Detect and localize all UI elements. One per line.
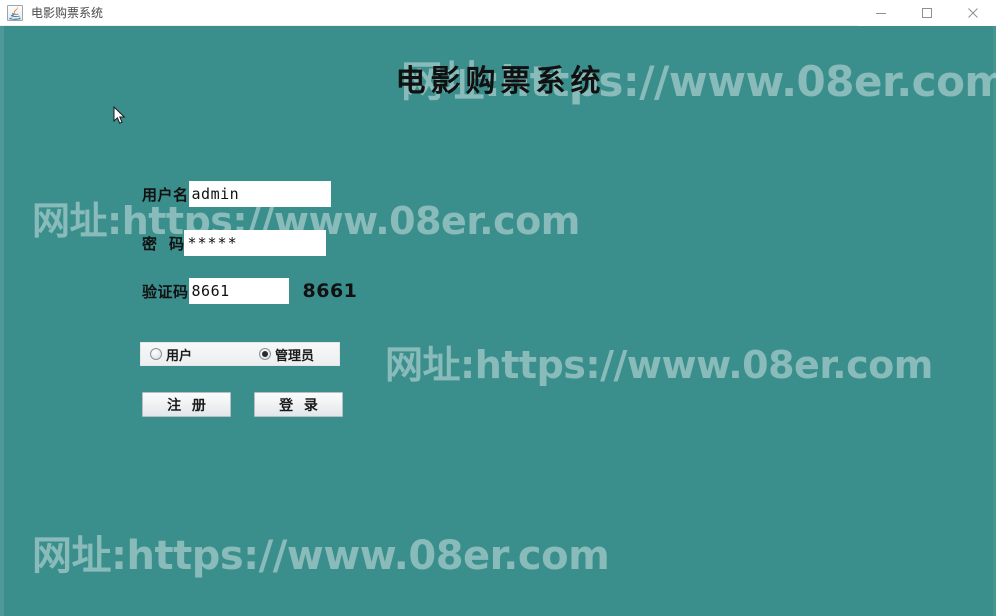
java-coffee-cup-icon [7,4,23,21]
captcha-row: 验证码 8661 8661 [142,278,357,304]
title-bar-left: 电影购票系统 [0,4,858,21]
radio-checked-icon [259,348,272,360]
captcha-image[interactable]: 8661 [303,280,358,302]
password-label: 密 码 [142,234,185,253]
password-row: 密 码 ***** [142,230,327,256]
radio-label-admin: 管理员 [275,348,315,364]
username-row: 用户名 admin [142,181,331,207]
register-button[interactable]: 注 册 [142,392,231,417]
role-radio-group: 用户 管理员 [140,342,340,366]
radio-label-user: 用户 [166,348,193,364]
username-input[interactable]: admin [188,181,331,207]
maximize-button[interactable] [904,0,950,26]
close-button[interactable] [950,0,996,26]
title-bar: 电影购票系统 [0,0,996,26]
login-button[interactable]: 登 录 [254,392,343,417]
minimize-button[interactable] [858,0,904,26]
application-window: 电影购票系统 网址:https://www.08er.com 网址:https:… [0,0,996,616]
username-label: 用户名 [142,185,189,204]
minimize-icon [876,12,886,14]
radio-option-user[interactable]: 用户 [146,343,196,365]
radio-unchecked-icon [150,348,162,360]
window-controls [858,0,996,26]
login-form: 用户名 admin 密 码 ***** 验证码 8661 8661 用户 管理员… [0,26,996,616]
password-input[interactable]: ***** [184,230,327,256]
captcha-input[interactable]: 8661 [188,278,289,304]
window-title: 电影购票系统 [31,6,104,20]
radio-option-admin[interactable]: 管理员 [255,343,318,365]
captcha-label: 验证码 [142,282,189,301]
client-area: 网址:https://www.08er.com 网址:https://www.0… [0,26,996,616]
maximize-icon [922,7,932,18]
close-icon [968,7,978,18]
form-button-row: 注 册 登 录 [142,392,343,417]
